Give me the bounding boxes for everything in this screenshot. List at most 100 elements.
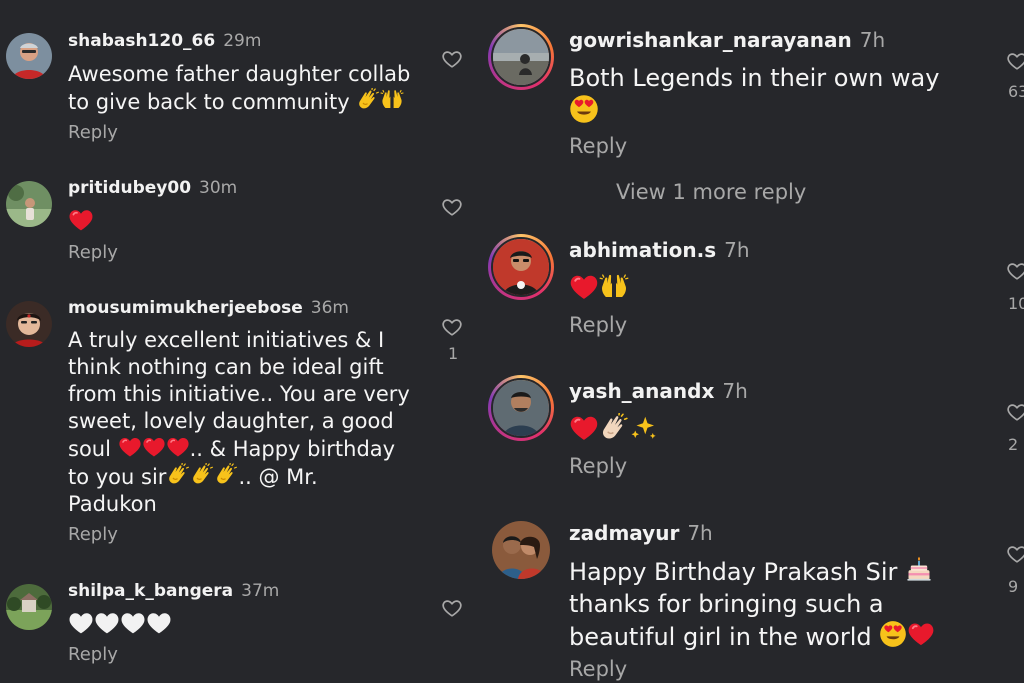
timestamp: 30m: [199, 178, 238, 198]
raised-hands-emoji: [380, 88, 404, 112]
heart-outline-icon[interactable]: [441, 48, 463, 70]
comment-text-span: .. & Happy birthday: [189, 437, 396, 461]
comment-text-line: Happy Birthday Prakash Sir: [569, 555, 969, 588]
timestamp: 7h: [724, 238, 750, 262]
username[interactable]: shilpa_k_bangera: [68, 581, 233, 601]
username[interactable]: pritidubey00: [68, 178, 191, 198]
comment-text-line: sweet, lovely daughter, a good: [68, 409, 394, 433]
comment-meta: yash_anandx 7h: [569, 379, 748, 403]
like-count: 10: [1008, 294, 1024, 313]
comment-text: [68, 610, 428, 640]
red-heart-emoji: [142, 435, 166, 459]
reply-button[interactable]: Reply: [569, 134, 627, 158]
timestamp: 7h: [722, 379, 748, 403]
left-comment-panel: shabash120_66 29m Awesome father daughter…: [0, 0, 480, 683]
comment-pritidubey00: pritidubey00 30m Reply: [0, 160, 480, 280]
comment-text-line: Awesome father daughter collab: [68, 62, 411, 86]
comment-text: [569, 413, 969, 448]
comment-text-line: thanks for bringing such a: [569, 590, 884, 618]
comment-text-span: beautiful girl in the world: [569, 623, 872, 651]
comment-text-line: to you sir .. @ Mr.: [68, 463, 428, 491]
comment-meta: shabash120_66 29m: [68, 31, 261, 51]
timestamp: 37m: [241, 581, 280, 601]
username[interactable]: yash_anandx: [569, 379, 714, 403]
comment-text: [569, 272, 969, 307]
comment-zadmayur: zadmayur 7h Happy Birthday Prakash Sir th…: [480, 505, 1024, 683]
avatar[interactable]: [488, 375, 554, 441]
white-heart-emoji: [94, 610, 120, 636]
heart-outline-icon[interactable]: [1006, 543, 1024, 565]
birthday-cake-emoji: [905, 555, 933, 583]
comment-text: Both Legends in their own way: [569, 62, 969, 129]
comment-shabash120_66: shabash120_66 29m Awesome father daughter…: [0, 0, 480, 160]
avatar[interactable]: [6, 301, 52, 347]
clapping-hands-emoji: [356, 88, 380, 112]
avatar[interactable]: [492, 521, 550, 579]
heart-eyes-emoji: [879, 620, 907, 648]
comment-meta: zadmayur 7h: [569, 521, 713, 545]
red-heart-emoji: [907, 620, 935, 648]
clapping-hands-emoji: [214, 463, 238, 487]
username[interactable]: shabash120_66: [68, 31, 215, 51]
heart-outline-icon[interactable]: [441, 316, 463, 338]
reply-button[interactable]: Reply: [68, 644, 118, 665]
username[interactable]: mousumimukherjeebose: [68, 298, 303, 318]
avatar[interactable]: [6, 181, 52, 227]
heart-eyes-emoji: [569, 94, 599, 124]
comment-text: Happy Birthday Prakash Sir thanks for br…: [569, 555, 969, 653]
avatar[interactable]: [6, 33, 52, 79]
comment-text-line: to give back to community: [68, 88, 428, 116]
comment-text-line: from this initiative.. You are very: [68, 382, 410, 406]
timestamp: 7h: [687, 521, 713, 545]
avatar[interactable]: [488, 24, 554, 90]
clapping-hands-emoji: [599, 413, 629, 443]
timestamp: 7h: [859, 28, 886, 52]
comment-gowrishankar_narayanan: gowrishankar_narayanan 7h Both Legends in…: [480, 0, 1024, 170]
comment-text: [68, 207, 428, 237]
heart-outline-icon[interactable]: [1006, 50, 1024, 72]
heart-outline-icon[interactable]: [1006, 260, 1024, 282]
raised-hands-emoji: [599, 272, 629, 302]
white-heart-emoji: [68, 610, 94, 636]
comment-abhimation.s: abhimation.s 7h Reply 10: [480, 222, 1024, 358]
comment-text-span: Happy Birthday Prakash Sir: [569, 558, 898, 586]
comment-meta: pritidubey00 30m: [68, 178, 237, 198]
comment-meta: gowrishankar_narayanan 7h: [569, 28, 885, 52]
timestamp: 36m: [310, 298, 349, 318]
red-heart-emoji: [68, 207, 94, 233]
comment-text-line: Padukon: [68, 492, 157, 516]
username[interactable]: zadmayur: [569, 521, 679, 545]
white-heart-emoji: [120, 610, 146, 636]
view-more-replies-button[interactable]: View 1 more reply: [616, 180, 806, 204]
username[interactable]: gowrishankar_narayanan: [569, 28, 852, 52]
avatar[interactable]: [488, 234, 554, 300]
heart-outline-icon[interactable]: [441, 597, 463, 619]
comment-meta: shilpa_k_bangera 37m: [68, 581, 279, 601]
reply-button[interactable]: Reply: [68, 524, 118, 545]
sparkles-emoji: [629, 413, 659, 443]
comment-text-line: Both Legends in their own way: [569, 64, 940, 92]
avatar-image: [491, 27, 551, 87]
red-heart-emoji: [569, 413, 599, 443]
reply-button[interactable]: Reply: [68, 122, 118, 143]
heart-outline-icon[interactable]: [441, 196, 463, 218]
heart-outline-icon[interactable]: [1006, 401, 1024, 423]
reply-button[interactable]: Reply: [569, 657, 627, 681]
comment-text-span: .. @ Mr.: [238, 465, 318, 489]
comment-shilpa_k_bangera: shilpa_k_bangera 37m Reply: [0, 570, 480, 683]
comment-meta: abhimation.s 7h: [569, 238, 750, 262]
avatar-image: [491, 378, 551, 438]
avatar[interactable]: [6, 584, 52, 630]
reply-button[interactable]: Reply: [68, 242, 118, 263]
comment-meta: mousumimukherjeebose 36m: [68, 298, 349, 318]
comment-text: A truly excellent initiatives & I think …: [68, 327, 428, 518]
avatar-image: [491, 237, 551, 297]
reply-button[interactable]: Reply: [569, 454, 627, 478]
clapping-hands-emoji: [190, 463, 214, 487]
comment-text-line: soul .. & Happy birthday: [68, 435, 428, 463]
red-heart-emoji: [569, 272, 599, 302]
white-heart-emoji: [146, 610, 172, 636]
username[interactable]: abhimation.s: [569, 238, 716, 262]
reply-button[interactable]: Reply: [569, 313, 627, 337]
clapping-hands-emoji: [166, 463, 190, 487]
